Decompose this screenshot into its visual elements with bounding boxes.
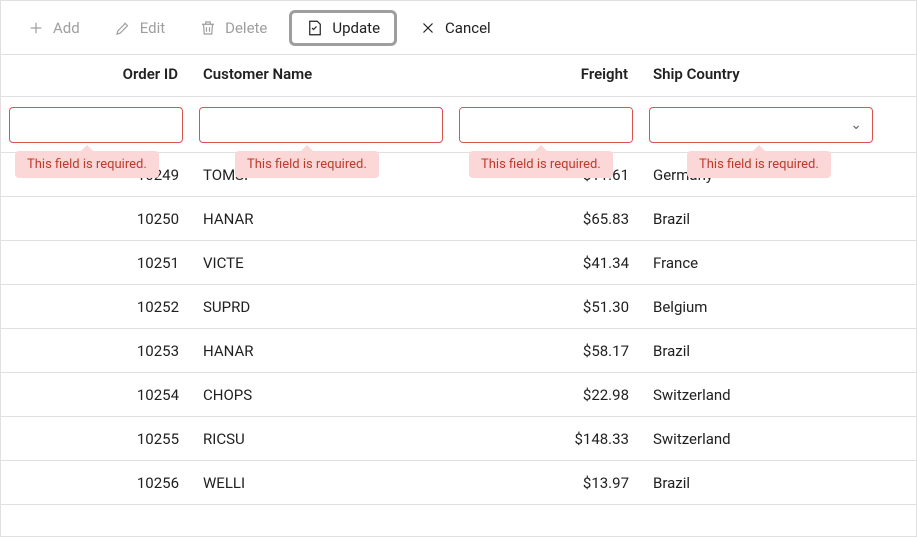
ship-country-error: This field is required. [687, 151, 831, 178]
customer-name-input-wrap[interactable] [199, 107, 443, 143]
cell-country: Switzerland [641, 430, 881, 448]
cell-order-id: 10251 [1, 254, 191, 272]
order-id-error: This field is required. [15, 151, 159, 178]
trash-icon [199, 19, 217, 37]
chevron-down-icon: ⌄ [850, 117, 862, 133]
cell-order-id: 10252 [1, 298, 191, 316]
order-id-input[interactable] [18, 117, 174, 133]
edit-label: Edit [140, 19, 165, 37]
cell-order-id: 10256 [1, 474, 191, 492]
cell-customer: HANAR [191, 210, 451, 228]
customer-name-input[interactable] [208, 117, 434, 133]
header-customer-name[interactable]: Customer Name [191, 55, 451, 96]
data-grid: Add Edit Delete Update Cancel Order ID C… [0, 0, 917, 537]
cell-country: Brazil [641, 210, 881, 228]
order-id-input-wrap[interactable] [9, 107, 183, 143]
freight-stepper[interactable]: ⌄ ⌃ [459, 107, 633, 143]
ship-country-dropdown[interactable]: ⌄ [649, 107, 873, 143]
cell-customer: VICTE [191, 254, 451, 272]
cell-freight: $51.30 [451, 298, 641, 316]
table-row[interactable]: 10253HANAR$58.17Brazil [1, 329, 916, 373]
cell-customer: HANAR [191, 342, 451, 360]
table-row[interactable]: 10256WELLI$13.97Brazil [1, 461, 916, 505]
cell-country: Brazil [641, 342, 881, 360]
pencil-icon [114, 19, 132, 37]
grid-body: 8 VINE 8 This field is required. [1, 97, 916, 536]
cell-freight: $22.98 [451, 386, 641, 404]
table-row[interactable]: 10255RICSU$148.33Switzerland [1, 417, 916, 461]
cell-order-id: 10253 [1, 342, 191, 360]
cell-customer: CHOPS [191, 386, 451, 404]
header-ship-country[interactable]: Ship Country [641, 55, 881, 96]
table-row[interactable]: 10251VICTE$41.34France [1, 241, 916, 285]
cell-country: Brazil [641, 474, 881, 492]
cell-customer: WELLI [191, 474, 451, 492]
cell-customer: SUPRD [191, 298, 451, 316]
toolbar: Add Edit Delete Update Cancel [1, 1, 916, 55]
save-check-icon [306, 19, 324, 37]
freight-error: This field is required. [469, 151, 613, 178]
header-freight[interactable]: Freight [451, 55, 641, 96]
cell-order-id: 10255 [1, 430, 191, 448]
cell-country: Switzerland [641, 386, 881, 404]
edit-button: Edit [102, 11, 177, 45]
cell-order-id: 10250 [1, 210, 191, 228]
cell-freight: $58.17 [451, 342, 641, 360]
cell-order-id: 10254 [1, 386, 191, 404]
delete-button: Delete [187, 11, 279, 45]
table-row[interactable]: 10252SUPRD$51.30Belgium [1, 285, 916, 329]
table-row[interactable]: 10250HANAR$65.83Brazil [1, 197, 916, 241]
update-label: Update [332, 19, 380, 37]
cell-freight: $65.83 [451, 210, 641, 228]
customer-name-error: This field is required. [235, 151, 379, 178]
cell-country: Belgium [641, 298, 881, 316]
cancel-button[interactable]: Cancel [407, 11, 503, 45]
scroll-area[interactable]: 8 VINE 8 This field is required. [1, 97, 916, 536]
header-order-id[interactable]: Order ID [1, 55, 191, 96]
delete-label: Delete [225, 19, 267, 37]
freight-input[interactable] [460, 108, 633, 142]
cell-country: France [641, 254, 881, 272]
close-icon [419, 19, 437, 37]
add-button: Add [15, 11, 92, 45]
cell-freight: $41.34 [451, 254, 641, 272]
update-button[interactable]: Update [289, 10, 397, 46]
cancel-label: Cancel [445, 19, 491, 37]
cell-freight: $13.97 [451, 474, 641, 492]
cell-customer: RICSU [191, 430, 451, 448]
edit-row: This field is required. This field is re… [1, 97, 916, 153]
cell-freight: $148.33 [451, 430, 641, 448]
add-label: Add [53, 19, 80, 37]
plus-icon [27, 19, 45, 37]
table-row[interactable]: 10254CHOPS$22.98Switzerland [1, 373, 916, 417]
column-headers: Order ID Customer Name Freight Ship Coun… [1, 55, 916, 97]
